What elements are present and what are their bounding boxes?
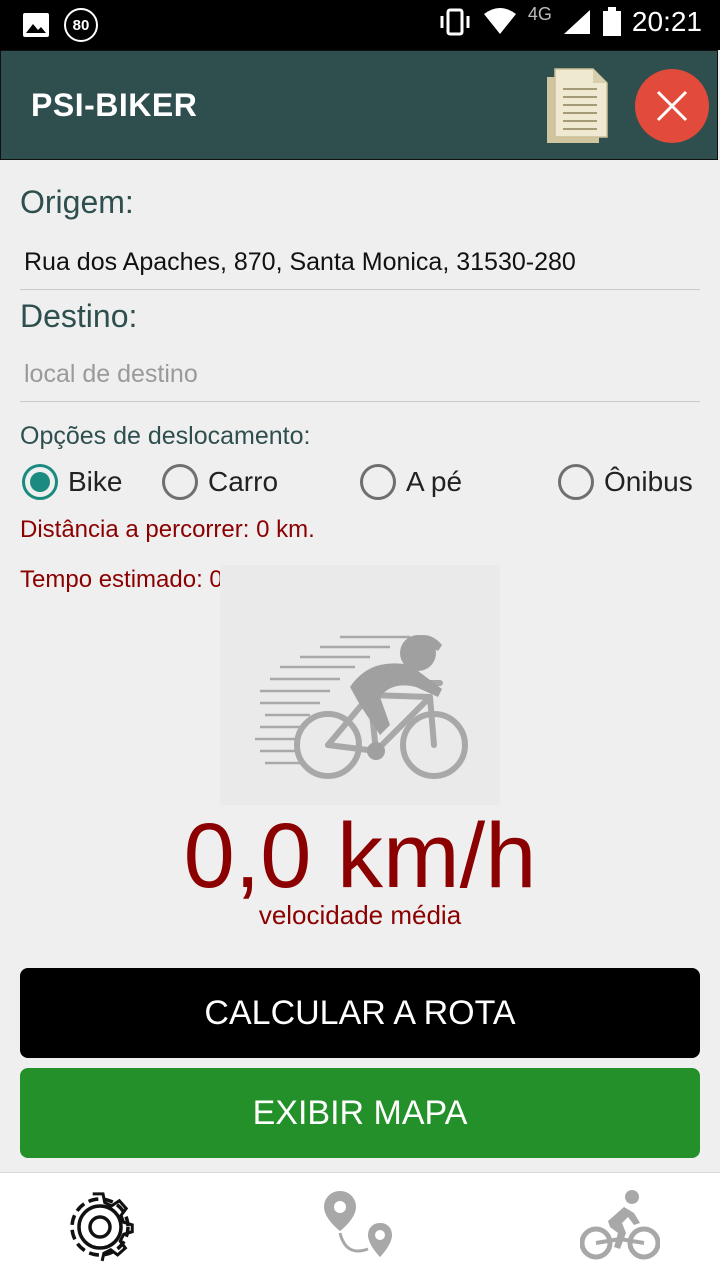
battery-icon xyxy=(602,7,621,36)
average-speed-value: 0,0 km/h xyxy=(183,805,537,907)
close-button[interactable] xyxy=(635,69,709,143)
transport-options-label: Opções de deslocamento: xyxy=(20,422,311,450)
destination-field[interactable]: local de destino xyxy=(20,352,700,402)
wifi-icon xyxy=(483,8,516,34)
vibrate-icon xyxy=(440,8,470,36)
app-title: PSI-BIKER xyxy=(31,87,198,123)
radio-bike[interactable]: Bike xyxy=(22,462,122,502)
settings-gear-icon[interactable] xyxy=(60,1187,140,1267)
destination-placeholder: local de destino xyxy=(24,360,198,388)
bottom-navigation xyxy=(0,1172,720,1281)
radio-a-pe[interactable]: A pé xyxy=(360,462,462,502)
radio-unchecked-icon xyxy=(360,464,396,500)
radio-onibus-label: Ônibus xyxy=(604,466,693,497)
radio-checked-icon xyxy=(22,464,58,500)
radio-unchecked-icon xyxy=(558,464,594,500)
document-icon[interactable] xyxy=(545,67,609,145)
radio-bike-label: Bike xyxy=(68,466,123,497)
estimated-time-text: Tempo estimado: 0 h. xyxy=(20,566,250,593)
signal-icon xyxy=(563,10,590,34)
calculate-route-button[interactable]: CALCULAR A ROTA xyxy=(20,968,700,1058)
image-notification-icon xyxy=(23,13,49,37)
cyclist-speed-icon xyxy=(255,635,468,779)
radio-onibus[interactable]: Ônibus xyxy=(558,462,720,502)
radio-carro[interactable]: Carro xyxy=(162,462,278,502)
app-bar: PSI-BIKER xyxy=(0,50,718,160)
network-type: 4G xyxy=(527,3,552,24)
radio-unchecked-icon xyxy=(162,464,198,500)
destination-label: Destino: xyxy=(20,298,138,334)
radio-a-pe-label: A pé xyxy=(406,466,463,497)
close-icon xyxy=(656,90,688,122)
distance-text: Distância a percorrer: 0 km. xyxy=(20,516,315,543)
speed-badge-icon: 80 xyxy=(64,8,98,42)
cyclist-icon[interactable] xyxy=(580,1187,660,1267)
cyclist-illustration xyxy=(220,565,500,805)
average-speed-caption: velocidade média xyxy=(258,900,462,930)
route-pin-icon[interactable] xyxy=(320,1187,400,1267)
status-bar: 80 4G 20:21 xyxy=(0,0,720,50)
origin-label: Origem: xyxy=(20,184,134,220)
clock: 20:21 xyxy=(631,6,702,37)
radio-carro-label: Carro xyxy=(208,466,279,497)
origin-field[interactable]: Rua dos Apaches, 870, Santa Monica, 3153… xyxy=(20,240,700,290)
show-map-button[interactable]: EXIBIR MAPA xyxy=(20,1068,700,1158)
origin-value: Rua dos Apaches, 870, Santa Monica, 3153… xyxy=(24,248,576,276)
